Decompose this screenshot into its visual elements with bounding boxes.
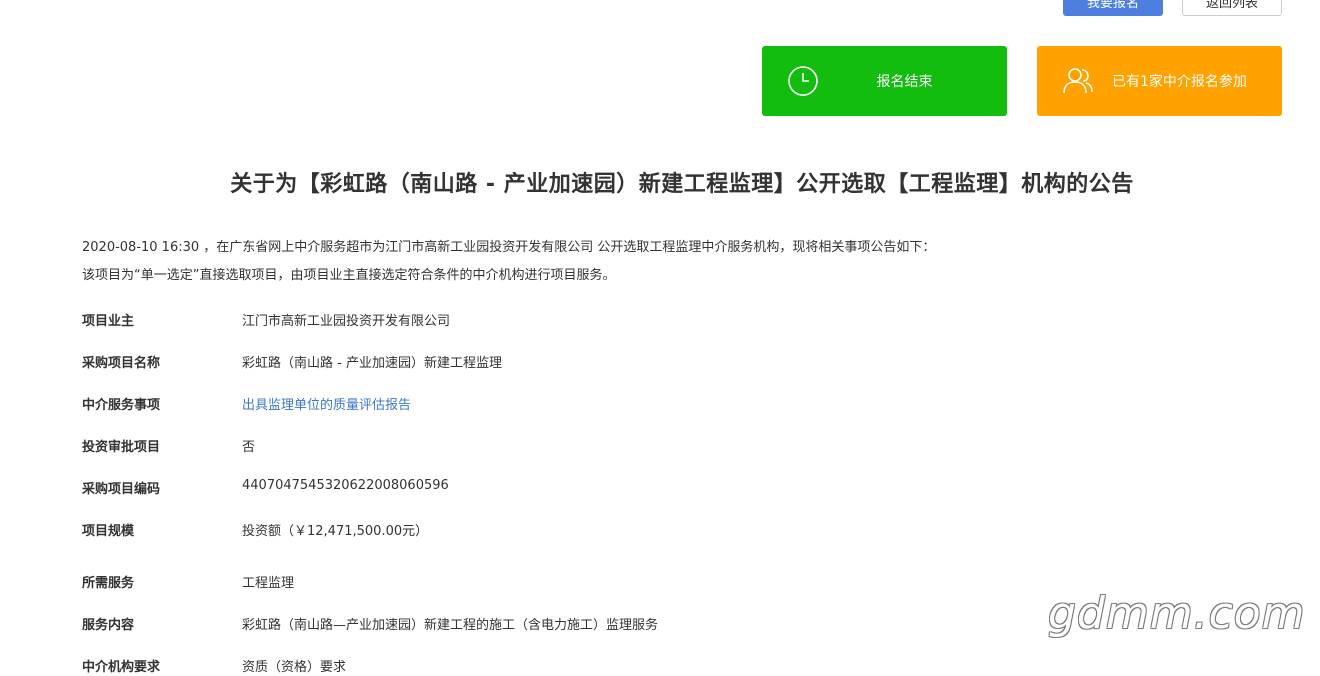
service-item-link[interactable]: 出具监理单位的质量评估报告 [242,394,411,413]
participants-card: 已有1家中介报名参加 [1037,46,1282,116]
registration-ended-card: 报名结束 [762,46,1007,116]
detail-value: 彩虹路（南山路—产业加速园）新建工程的施工（含电力施工）监理服务 [242,618,659,633]
detail-value: 彩虹路（南山路 - 产业加速园）新建工程监理 [242,356,502,371]
announcement-selection-note: 该项目为“单一选定”直接选取项目，由项目业主直接选定符合条件的中介机构进行项目服… [82,268,616,283]
detail-key: 项目业主 [82,314,135,329]
detail-key: 所需服务 [82,576,135,591]
detail-key: 中介机构要求 [82,660,161,675]
detail-value: 否 [242,440,256,455]
detail-key: 项目规模 [82,524,135,539]
users-icon [1063,68,1093,94]
detail-value: 工程监理 [242,576,295,591]
detail-key: 服务内容 [82,618,135,633]
detail-value: 江门市高新工业园投资开发有限公司 [242,314,451,329]
participants-label: 已有1家中介报名参加 [1112,74,1247,90]
detail-key: 中介服务事项 [82,398,161,413]
site-watermark: gdmm.com [1048,588,1306,639]
detail-key: 采购项目名称 [82,356,161,371]
detail-value: 投资额（￥12,471,500.00元） [242,524,429,539]
detail-value: 440704754532062200806059​6 [242,478,449,493]
page-title: 关于为【彩虹路（南山路 - 产业加速园）新建工程监理】公开选取【工程监理】机构的… [230,172,1134,197]
detail-value: 资质（资格）要求 [242,660,347,675]
detail-key: 投资审批项目 [82,440,161,455]
back-to-list-button[interactable]: 返回列表 [1182,0,1282,16]
registration-ended-label: 报名结束 [876,74,933,90]
signup-button[interactable]: 我要报名 [1063,0,1163,16]
announcement-intro-line: 2020-08-10 16:30 ，在广东省网上中介服务超市为江门市高新工业园投… [82,240,936,255]
detail-key: 采购项目编码 [82,482,161,497]
